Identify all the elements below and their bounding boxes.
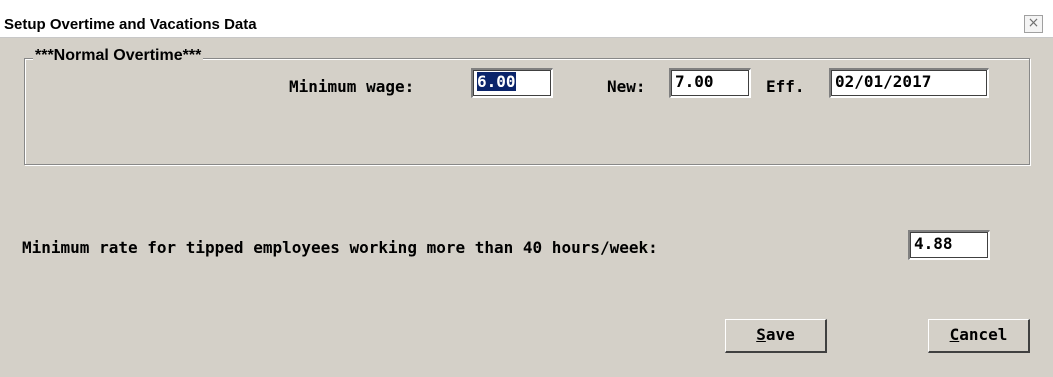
- cancel-button[interactable]: Cancel: [928, 319, 1030, 353]
- minimum-wage-value: 6.00: [477, 72, 516, 91]
- tipped-rate-value: 4.88: [914, 234, 953, 253]
- save-button[interactable]: Save: [725, 319, 827, 353]
- new-wage-input[interactable]: 7.00: [669, 68, 751, 98]
- effective-date-label: Eff.: [766, 77, 805, 96]
- cancel-accelerator: C: [949, 325, 960, 344]
- new-wage-value: 7.00: [675, 72, 714, 91]
- minimum-wage-input[interactable]: 6.00: [471, 68, 553, 98]
- title-bar[interactable]: Setup Overtime and Vacations Data ×: [0, 0, 1053, 38]
- effective-date-value: 02/01/2017: [835, 72, 932, 91]
- save-accelerator: S: [756, 325, 766, 344]
- tipped-rate-label: Minimum rate for tipped employees workin…: [22, 238, 658, 257]
- effective-date-input[interactable]: 02/01/2017: [829, 68, 989, 98]
- minimum-wage-label: Minimum wage:: [289, 77, 415, 96]
- tipped-rate-input[interactable]: 4.88: [908, 230, 990, 260]
- close-button[interactable]: ×: [1024, 15, 1043, 33]
- close-icon: ×: [1027, 15, 1040, 31]
- cancel-label: ancel: [959, 325, 1008, 344]
- save-label: ave: [765, 325, 795, 344]
- dialog-window: Setup Overtime and Vacations Data × ***N…: [0, 0, 1053, 377]
- normal-overtime-legend: ***Normal Overtime***: [33, 47, 204, 65]
- window-title: Setup Overtime and Vacations Data: [4, 16, 257, 33]
- new-wage-label: New:: [607, 77, 646, 96]
